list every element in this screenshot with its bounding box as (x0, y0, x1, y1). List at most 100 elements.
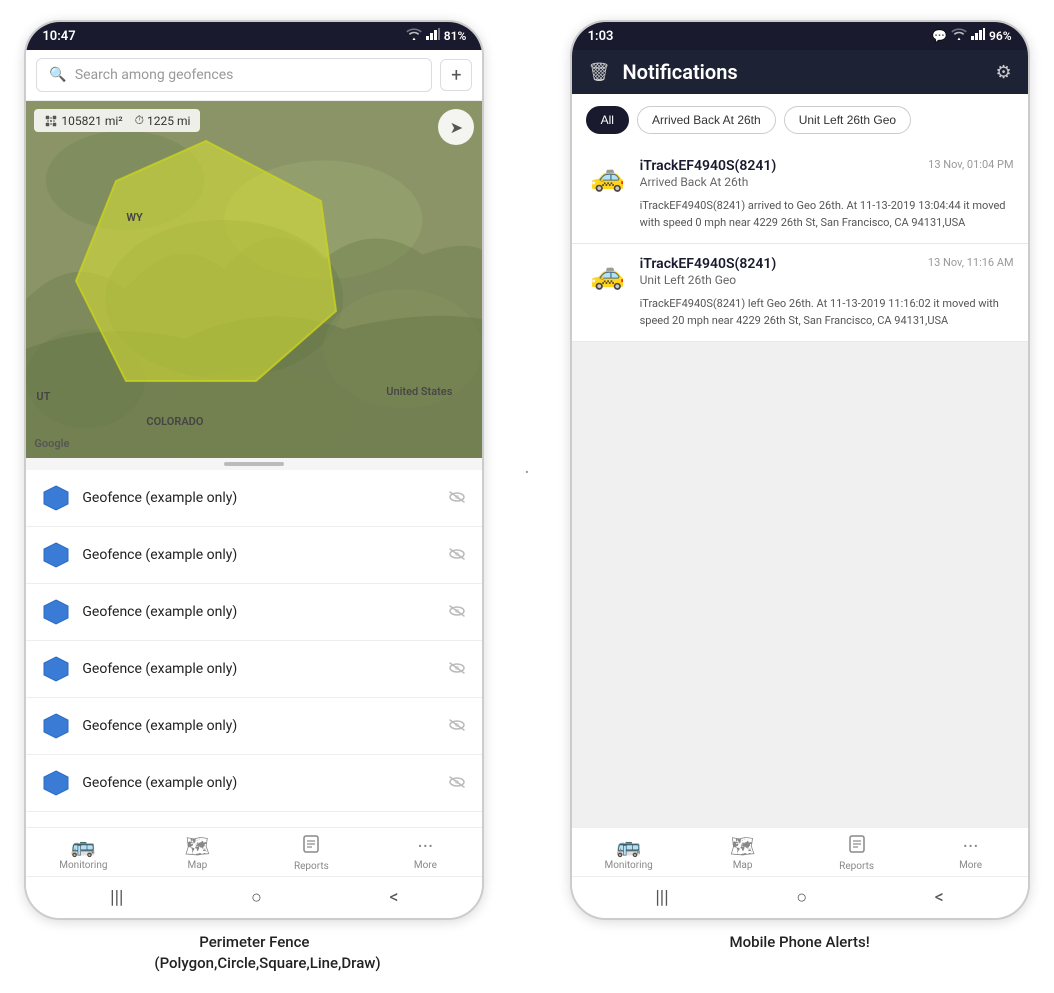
notif-2-event: Unit Left 26th Geo (640, 273, 1014, 287)
google-logo: Google (34, 437, 69, 450)
more-label: More (414, 860, 437, 871)
map-label-co: COLORADO (146, 415, 203, 428)
right-nav-monitoring[interactable]: 🚌 Monitoring (572, 834, 686, 872)
nav-reports[interactable]: Reports (254, 834, 368, 872)
left-time: 10:47 (42, 29, 75, 44)
right-status-right: 💬 96% (932, 28, 1012, 44)
menu-btn[interactable]: ||| (110, 887, 123, 908)
filter-unit-left[interactable]: Unit Left 26th Geo (784, 106, 911, 134)
geofence-icon-1 (42, 541, 70, 569)
geofence-item-0[interactable]: Geofence (example only) (26, 470, 482, 527)
geofence-icon-5 (42, 769, 70, 797)
left-phone: 10:47 81% (24, 20, 484, 920)
notif-1-timestamp: 13 Nov, 01:04 PM (928, 158, 1013, 171)
notif-2-detail: iTrackEF4940S(8241) left Geo 26th. At 11… (640, 296, 1014, 329)
right-reports-icon (847, 834, 867, 859)
back-btn[interactable]: < (389, 887, 398, 908)
geo-name-3: Geofence (example only) (82, 661, 436, 677)
notif-1-device: iTrackEF4940S(8241) (640, 158, 777, 174)
geofence-item-4[interactable]: Geofence (example only) (26, 698, 482, 755)
left-status-right: 81% (406, 28, 467, 44)
monitoring-icon: 🚌 (71, 834, 96, 858)
notif-2-timestamp: 13 Nov, 11:16 AM (928, 256, 1014, 269)
left-status-bar: 10:47 81% (26, 22, 482, 50)
car-avatar-1: 🚕 (586, 158, 630, 194)
notif-1-detail: iTrackEF4940S(8241) arrived to Geo 26th.… (640, 198, 1014, 231)
geo-name-4: Geofence (example only) (82, 718, 436, 734)
add-button[interactable]: + (440, 59, 472, 91)
geofence-list[interactable]: Geofence (example only) Geofence (exampl… (26, 470, 482, 827)
notification-2[interactable]: 🚕 iTrackEF4940S(8241) 13 Nov, 11:16 AM U… (572, 244, 1028, 342)
map-label-us: United States (386, 385, 452, 398)
geo-eye-3[interactable] (448, 660, 466, 679)
filter-all[interactable]: All (586, 106, 629, 134)
notification-1[interactable]: 🚕 iTrackEF4940S(8241) 13 Nov, 01:04 PM A… (572, 146, 1028, 244)
notifications-header: 🗑 Notifications ⚙ (572, 50, 1028, 94)
left-bottom-nav: 🚌 Monitoring 🗺 Map Reports (26, 827, 482, 876)
right-time: 1:03 (588, 29, 614, 44)
geofence-icon-3 (42, 655, 70, 683)
geofence-item-2[interactable]: Geofence (example only) (26, 584, 482, 641)
notif-1-info: iTrackEF4940S(8241) 13 Nov, 01:04 PM Arr… (640, 158, 1014, 189)
scroll-indicator (26, 458, 482, 470)
right-sys-nav: ||| ○ < (572, 876, 1028, 918)
map-polygon (66, 131, 346, 391)
right-menu-btn[interactable]: ||| (655, 887, 668, 908)
scroll-bar (224, 462, 284, 466)
filter-arrived[interactable]: Arrived Back At 26th (637, 106, 776, 134)
right-phone: 1:03 💬 (570, 20, 1030, 920)
geo-name-5: Geofence (example only) (82, 775, 436, 791)
geo-eye-0[interactable] (448, 489, 466, 508)
right-reports-label: Reports (839, 861, 874, 872)
search-input[interactable]: 🔍 Search among geofences (36, 58, 432, 92)
right-home-btn[interactable]: ○ (796, 887, 807, 908)
right-back-btn[interactable]: < (935, 887, 944, 908)
right-phone-container: 1:03 💬 (570, 20, 1030, 953)
signal-icon (426, 28, 440, 44)
car-emoji-2: 🚕 (590, 258, 625, 291)
settings-icon[interactable]: ⚙ (995, 62, 1011, 83)
geofence-item-1[interactable]: Geofence (example only) (26, 527, 482, 584)
right-signal-icon (971, 28, 985, 44)
map-area: 105821 mi² ⏱ 1225 mi ➤ WY United States … (26, 101, 482, 458)
geofence-item-5[interactable]: Geofence (example only) (26, 755, 482, 812)
distance-stat: ⏱ 1225 mi (135, 113, 191, 128)
nav-more[interactable]: ··· More (368, 834, 482, 872)
geo-eye-1[interactable] (448, 546, 466, 565)
right-nav-map[interactable]: 🗺 Map (686, 834, 800, 872)
geofence-icon-0 (42, 484, 70, 512)
empty-space (572, 342, 1028, 542)
wifi-icon (406, 28, 422, 44)
notifications-list: 🚕 iTrackEF4940S(8241) 13 Nov, 01:04 PM A… (572, 146, 1028, 827)
geo-name-0: Geofence (example only) (82, 490, 436, 506)
nav-map[interactable]: 🗺 Map (140, 834, 254, 872)
car-avatar-2: 🚕 (586, 256, 630, 292)
geofence-item-3[interactable]: Geofence (example only) (26, 641, 482, 698)
right-map-icon: 🗺 (730, 834, 755, 858)
right-bottom-nav: 🚌 Monitoring 🗺 Map Reports (572, 827, 1028, 876)
geo-eye-5[interactable] (448, 774, 466, 793)
left-sys-nav: ||| ○ < (26, 876, 482, 918)
search-bar-container: 🔍 Search among geofences + (26, 50, 482, 101)
notif-2-header: 🚕 iTrackEF4940S(8241) 13 Nov, 11:16 AM U… (586, 256, 1014, 292)
left-battery: 81% (444, 29, 467, 43)
home-btn[interactable]: ○ (251, 887, 262, 908)
notif-2-device: iTrackEF4940S(8241) (640, 256, 777, 272)
left-phone-container: 10:47 81% (24, 20, 484, 974)
reports-icon (301, 834, 321, 859)
right-status-bar: 1:03 💬 (572, 22, 1028, 50)
monitoring-label: Monitoring (59, 860, 107, 871)
notif-1-event: Arrived Back At 26th (640, 175, 1014, 189)
right-caption: Mobile Phone Alerts! (730, 932, 870, 953)
more-icon: ··· (418, 834, 434, 858)
geo-eye-2[interactable] (448, 603, 466, 622)
geo-eye-4[interactable] (448, 717, 466, 736)
nav-monitoring[interactable]: 🚌 Monitoring (26, 834, 140, 872)
right-wifi-icon (951, 28, 967, 44)
delete-icon[interactable]: 🗑 (588, 62, 611, 83)
geofence-icon-2 (42, 598, 70, 626)
right-nav-more[interactable]: ··· More (914, 834, 1028, 872)
right-nav-reports[interactable]: Reports (800, 834, 914, 872)
right-battery: 96% (989, 29, 1012, 43)
area-stat: 105821 mi² (44, 113, 122, 128)
